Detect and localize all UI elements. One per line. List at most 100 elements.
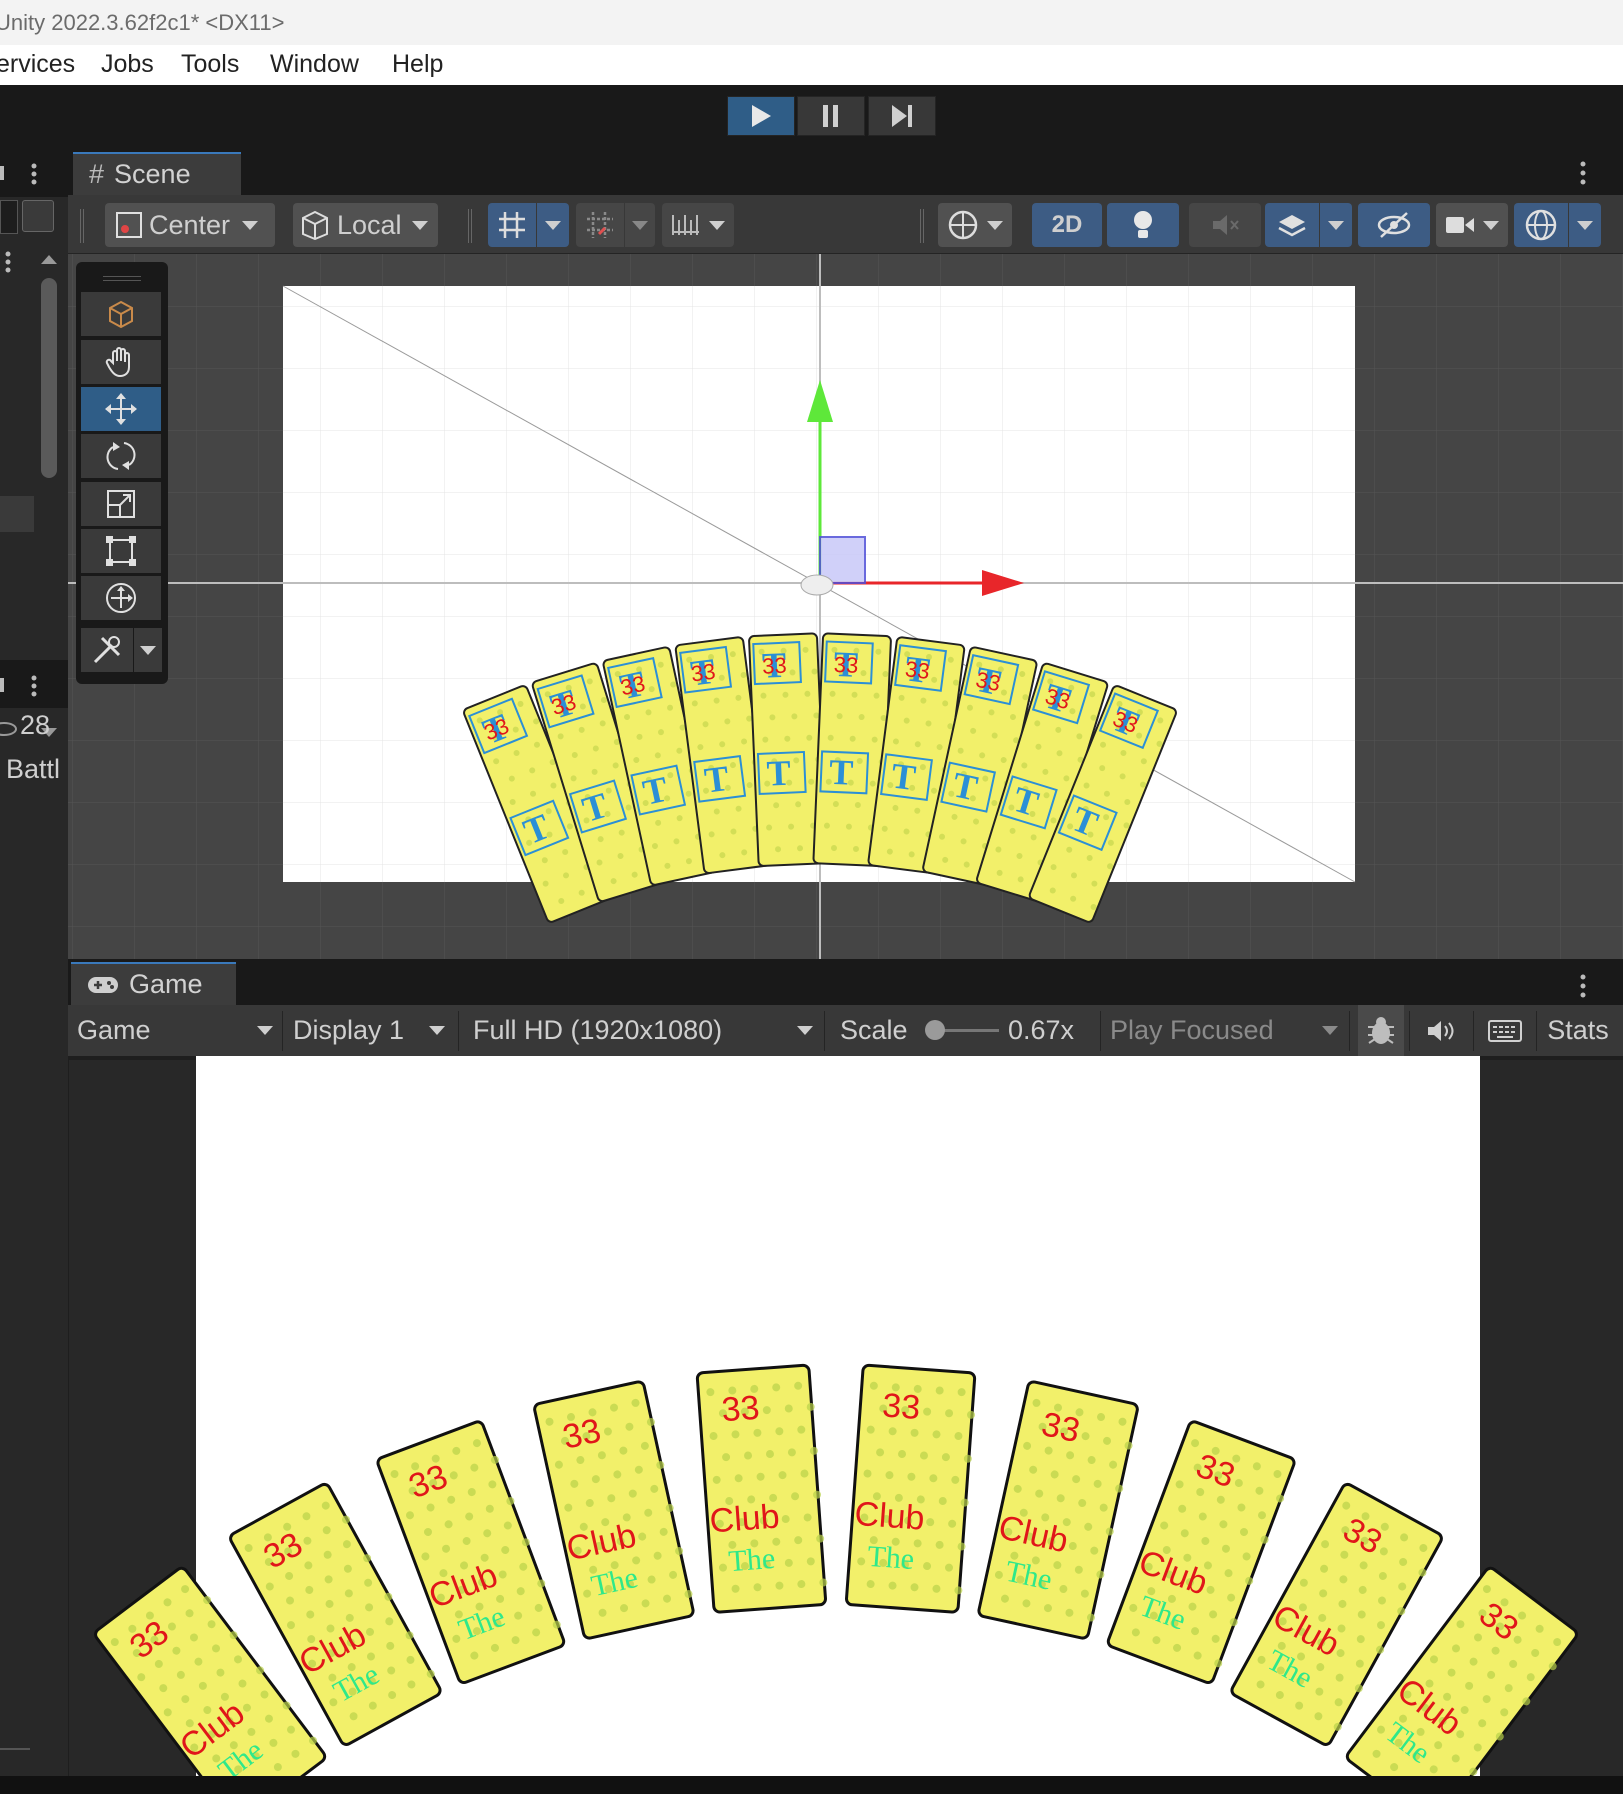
scene-card-value: 33 [833,652,859,678]
keyboard-shortcuts-toggle[interactable] [1480,1005,1530,1056]
rotate-tool[interactable] [81,434,161,478]
custom-tool[interactable] [81,628,133,672]
game-more-icon[interactable] [1579,973,1587,1001]
maximize-icon[interactable] [22,200,54,232]
lighting-toggle[interactable] [1107,203,1179,247]
menu-bar: ervices Jobs Tools Window Help [0,45,1623,85]
rect-tool[interactable] [81,529,161,573]
pause-button[interactable] [797,96,865,136]
resolution-dropdown[interactable]: Full HD (1920x1080) [473,1005,813,1056]
menu-help[interactable]: Help [392,50,443,79]
rotate-icon [106,442,136,470]
pivot-mode-label: Center [149,209,231,240]
game-toolbar: Game Display 1 Full HD (1920x1080) Scale… [68,1005,1623,1056]
scene-card-letter: T [889,755,918,798]
game-tab-bar: Game [68,959,1623,1005]
hand-tool[interactable] [81,340,161,384]
effects-toggle[interactable] [1265,203,1319,247]
hidden-eye-icon [1377,212,1411,238]
gizmos-dropdown[interactable] [1569,203,1601,247]
view-cube-tool[interactable] [81,292,161,336]
rect-icon [106,536,136,566]
card-value: 33 [881,1386,921,1427]
scale-tool[interactable] [81,482,161,526]
drag-handle[interactable] [103,276,141,281]
chevron-down-icon [709,220,725,230]
grid-snap-dropdown[interactable] [537,203,569,247]
tab-scene[interactable]: # Scene [73,152,241,195]
gizmos-toggle[interactable] [1514,203,1568,247]
play-mode-dropdown[interactable]: Play Focused [1110,1005,1338,1056]
game-view-dropdown[interactable]: Game [77,1005,273,1056]
play-toolbar [0,85,1623,152]
tab-game[interactable]: Game [71,962,236,1005]
scene-visibility-toggle[interactable] [1358,203,1430,247]
audio-toggle[interactable] [1189,203,1261,247]
hand-icon [105,347,130,378]
increment-snap-button[interactable] [576,203,624,247]
tab-scene-label: Scene [114,159,191,189]
chevron-down-icon [1577,220,1593,230]
chevron-down-icon [429,1026,445,1035]
menu-tools[interactable]: Tools [181,50,239,79]
menu-window[interactable]: Window [270,50,359,79]
play-button[interactable] [727,96,795,136]
scale-icon [107,490,135,518]
view-cube-icon [109,300,133,329]
grid-snap-button[interactable] [488,203,536,247]
chevron-down-icon [1322,1026,1338,1035]
stats-toggle[interactable]: Stats [1538,1005,1618,1056]
window-title: Unity 2022.3.62f2c1* <DX11> [0,10,285,35]
step-button[interactable] [868,96,936,136]
chevron-down-icon [987,220,1003,230]
custom-tool-icon [93,636,121,664]
step-icon [892,105,912,127]
move-icon [105,393,137,425]
card-subtext: The [866,1540,915,1576]
mode-2d-toggle[interactable]: 2D [1032,203,1102,247]
effects-dropdown[interactable] [1320,203,1352,247]
scene-more-icon[interactable] [1579,160,1587,188]
pivot-rotation-dropdown[interactable]: Local [293,203,438,247]
gizmo-globe-icon [1525,209,1557,241]
menu-jobs[interactable]: Jobs [101,50,154,79]
hierarchy-item-label[interactable]: Battl [6,754,60,785]
resolution-label: Full HD (1920x1080) [473,1015,723,1045]
bug-icon [1368,1016,1394,1044]
menu-services[interactable]: ervices [0,50,75,79]
keyboard-icon [1488,1019,1522,1042]
card-value: 33 [1038,1405,1083,1450]
game-canvas[interactable]: 33ClubThe33ClubThe33ClubThe33ClubThe33Cl… [68,1056,1623,1776]
scale-slider[interactable] [925,1005,1000,1056]
card-text: Club [708,1498,780,1541]
scene-canvas[interactable]: T33TT33TT33TT33TT33TT33TT33TT33TT33TT33T [68,254,1623,959]
display-dropdown[interactable]: Display 1 [293,1005,445,1056]
hierarchy-panel-edge: 28 Battl [0,152,68,1794]
scene-viewport[interactable]: T 33 T T 33 T T 33 T T 33 T T 33 T T 33 T T 33 T T 33 T T 33 T T 33 T [68,254,1623,959]
visible-count: 28 [20,710,51,740]
card[interactable]: 33 ClubThe [695,1363,829,1614]
scene-card-letter: T [828,752,854,793]
increment-snap-dropdown[interactable] [625,203,655,247]
pause-icon [823,105,838,127]
chevron-down-icon [242,220,259,230]
custom-tool-dropdown[interactable] [134,628,162,672]
frame-debugger-toggle[interactable] [1358,1005,1404,1056]
panel-menu-icon-2[interactable] [0,672,60,702]
mute-audio-toggle[interactable] [1416,1005,1466,1056]
eye-icon [0,722,17,736]
pivot-mode-dropdown[interactable]: Center [105,203,275,247]
pivot-rotation-label: Local [337,209,402,240]
game-viewport[interactable]: 33 Club The 33 Club The 33 Club The 33 Club The 33 Cl… [68,1056,1623,1776]
transform-tool[interactable] [81,576,161,620]
scale-label: Scale [840,1015,908,1045]
chevron-down-icon [140,645,156,655]
slider-thumb[interactable] [925,1020,945,1040]
panel-menu-icon[interactable] [0,160,60,190]
move-tool[interactable] [81,387,161,431]
card[interactable]: 33 ClubThe [845,1363,978,1614]
audio-mute-icon [1213,215,1239,235]
camera-dropdown[interactable] [1436,203,1508,247]
draw-mode-dropdown[interactable] [938,203,1012,247]
ruler-button[interactable] [662,203,734,247]
